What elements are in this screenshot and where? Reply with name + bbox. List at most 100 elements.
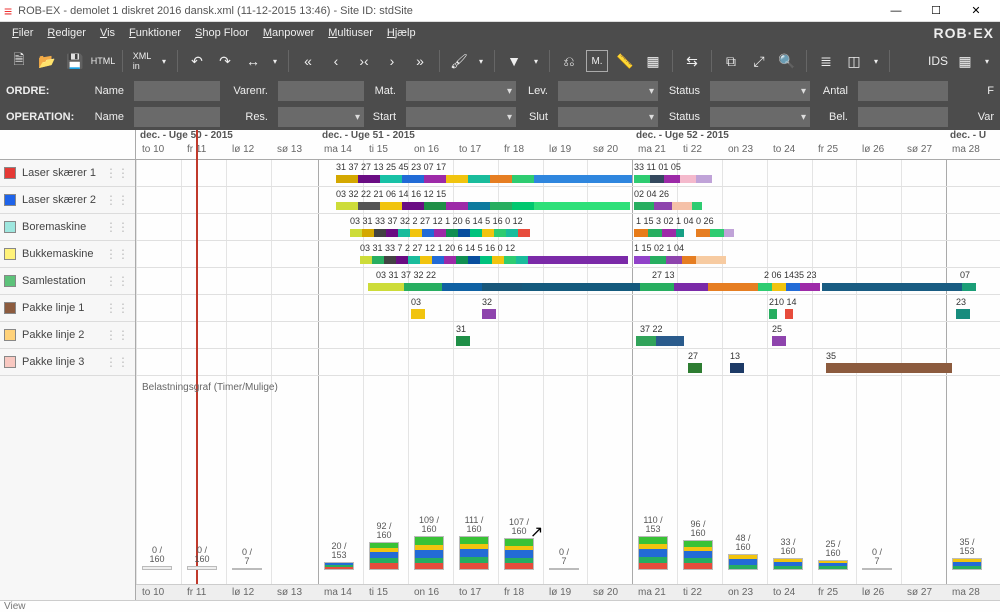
- gantt-bar[interactable]: [468, 202, 490, 210]
- gantt-row[interactable]: 03 31 37 32 2227 132 06 1435 2307: [136, 268, 1000, 295]
- gantt-bar[interactable]: [386, 229, 398, 237]
- link-icon[interactable]: ⎌: [558, 50, 580, 72]
- open-file-icon[interactable]: 📂: [36, 50, 58, 72]
- gantt-bar[interactable]: [470, 229, 482, 237]
- gantt-bar[interactable]: [336, 202, 358, 210]
- resource-row[interactable]: Bukkemaskine⋮⋮: [0, 241, 135, 268]
- nav-last-icon[interactable]: »: [409, 50, 431, 72]
- gantt-bar[interactable]: [822, 283, 962, 291]
- matrix-icon[interactable]: M.: [586, 50, 608, 72]
- undo-icon[interactable]: ↶: [186, 50, 208, 72]
- gantt-bar[interactable]: [434, 229, 446, 237]
- drag-grip-icon[interactable]: ⋮⋮: [105, 166, 129, 180]
- op-status-select[interactable]: ▾: [710, 107, 810, 127]
- ids-label[interactable]: IDS: [928, 54, 948, 68]
- gantt-row[interactable]: 03 32 22 21 06 14 16 12 1502 04 26: [136, 187, 1000, 214]
- ordre-antal-input[interactable]: [858, 81, 948, 101]
- resource-row[interactable]: Pakke linje 3⋮⋮: [0, 349, 135, 376]
- gantt-row[interactable]: 31 37 27 13 25 45 23 07 1733 11 01 05: [136, 160, 1000, 187]
- gantt-bar[interactable]: [956, 309, 970, 319]
- gantt-bar[interactable]: [710, 229, 724, 237]
- gantt-bar[interactable]: [696, 256, 726, 264]
- new-file-icon[interactable]: 🗎: [8, 50, 30, 72]
- gantt-bar[interactable]: [422, 229, 434, 237]
- gantt-bar[interactable]: [512, 202, 534, 210]
- gantt-bar[interactable]: [506, 229, 518, 237]
- apps-icon[interactable]: ▦: [954, 50, 976, 72]
- gantt-bar[interactable]: [826, 363, 952, 373]
- filter-icon[interactable]: ▼: [503, 50, 525, 72]
- gantt-bar[interactable]: [384, 256, 396, 264]
- gantt-bar[interactable]: [358, 175, 380, 183]
- gantt-bar[interactable]: [772, 336, 786, 346]
- gantt-bar[interactable]: [468, 256, 480, 264]
- gantt-bar[interactable]: [730, 363, 744, 373]
- menu-funktioner[interactable]: Funktioner: [123, 25, 187, 41]
- gantt-bar[interactable]: [490, 175, 512, 183]
- operation-bel-input[interactable]: [858, 107, 948, 127]
- drag-grip-icon[interactable]: ⋮⋮: [105, 328, 129, 342]
- export-html-icon[interactable]: HTML: [92, 50, 114, 72]
- gantt-row[interactable]: 0332210 1423: [136, 295, 1000, 322]
- resource-row[interactable]: Pakke linje 1⋮⋮: [0, 295, 135, 322]
- gantt-bar[interactable]: [482, 309, 496, 319]
- fit-icon[interactable]: ↔: [242, 50, 264, 72]
- slut-select[interactable]: ▾: [558, 107, 658, 127]
- gantt-bar[interactable]: [664, 175, 680, 183]
- nav-prev-icon[interactable]: ‹: [325, 50, 347, 72]
- adjust-icon[interactable]: ⇆: [681, 50, 703, 72]
- menu-manpower[interactable]: Manpower: [257, 25, 320, 41]
- brush-icon[interactable]: 🖌: [448, 50, 470, 72]
- gantt-bar[interactable]: [777, 309, 785, 319]
- ordre-varenr-input[interactable]: [278, 81, 364, 101]
- resource-row[interactable]: Boremaskine⋮⋮: [0, 214, 135, 241]
- gantt-bar[interactable]: [490, 202, 512, 210]
- gantt-bar[interactable]: [380, 202, 402, 210]
- gantt-bar[interactable]: [358, 202, 380, 210]
- gantt-bar[interactable]: [688, 363, 702, 373]
- resource-row[interactable]: Laser skærer 1⋮⋮: [0, 160, 135, 187]
- gantt-bar[interactable]: [410, 229, 422, 237]
- zoom-fit-icon[interactable]: ⤢: [748, 50, 770, 72]
- grid-icon[interactable]: ▦: [642, 50, 664, 72]
- resource-row[interactable]: Pakke linje 2⋮⋮: [0, 322, 135, 349]
- field-chooser-icon[interactable]: ⧉: [720, 50, 742, 72]
- resource-row[interactable]: Samlestation⋮⋮: [0, 268, 135, 295]
- gantt-bar[interactable]: [708, 283, 758, 291]
- gantt-bar[interactable]: [534, 175, 632, 183]
- gantt-bar[interactable]: [528, 256, 628, 264]
- gantt-bar[interactable]: [372, 256, 384, 264]
- gantt-bar[interactable]: [650, 175, 664, 183]
- gantt-bar[interactable]: [512, 175, 534, 183]
- gantt-bar[interactable]: [680, 175, 696, 183]
- res-select[interactable]: ▾: [278, 107, 364, 127]
- gantt-bar[interactable]: [696, 229, 710, 237]
- gantt-bar[interactable]: [396, 256, 408, 264]
- gantt-bar[interactable]: [408, 256, 420, 264]
- dropdown-caret-icon[interactable]: ▾: [871, 50, 881, 72]
- lev-select[interactable]: ▾: [558, 81, 658, 101]
- gantt-bar[interactable]: [692, 202, 702, 210]
- gantt-bar[interactable]: [374, 229, 386, 237]
- drag-grip-icon[interactable]: ⋮⋮: [105, 247, 129, 261]
- gantt-bar[interactable]: [442, 283, 482, 291]
- gantt-bar[interactable]: [380, 175, 402, 183]
- gantt-bar[interactable]: [650, 256, 666, 264]
- gantt-bar[interactable]: [398, 229, 410, 237]
- gantt-bar[interactable]: [402, 202, 424, 210]
- gantt-bar[interactable]: [640, 283, 674, 291]
- gantt-bar[interactable]: [360, 256, 372, 264]
- gantt-bar[interactable]: [962, 283, 976, 291]
- gantt-bar[interactable]: [634, 175, 650, 183]
- minimize-button[interactable]: —: [876, 0, 916, 22]
- gantt-bar[interactable]: [662, 229, 676, 237]
- gantt-bar[interactable]: [494, 229, 506, 237]
- menu-hjælp[interactable]: Hjælp: [381, 25, 422, 41]
- gantt-bar[interactable]: [492, 256, 504, 264]
- gantt-bar[interactable]: [480, 256, 492, 264]
- gantt-bar[interactable]: [758, 283, 772, 291]
- gantt-bar[interactable]: [350, 229, 362, 237]
- drag-grip-icon[interactable]: ⋮⋮: [105, 193, 129, 207]
- gantt-bar[interactable]: [656, 336, 684, 346]
- mat-select[interactable]: ▾: [406, 81, 516, 101]
